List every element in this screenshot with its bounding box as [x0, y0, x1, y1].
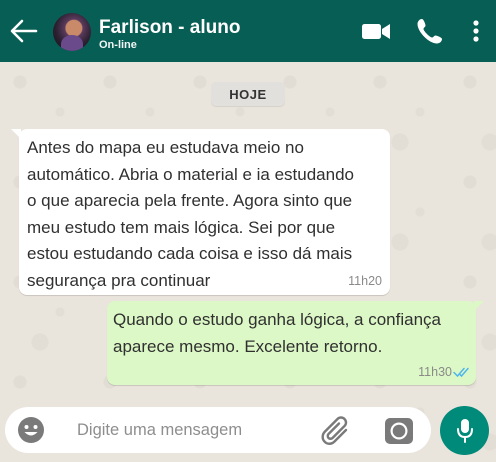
message-line: o que aparecia pela frente. Agora sinto … — [27, 191, 353, 210]
message-line: meu estudo tem mais lógica. Sei por que — [27, 217, 336, 237]
message-input[interactable] — [77, 417, 297, 443]
message-timestamp: 11h20 — [348, 274, 382, 288]
message-line: segurança pra continuar — [27, 270, 211, 290]
paperclip-icon[interactable] — [319, 415, 353, 447]
message-line: automático. Abria o material e ia estuda… — [27, 164, 354, 184]
contact-status: On-line — [99, 39, 137, 51]
microphone-button[interactable] — [440, 406, 489, 455]
message-composer — [5, 407, 431, 453]
message-line: Quando o estudo ganha lógica, a confianç… — [113, 310, 441, 329]
phone-icon[interactable] — [415, 16, 445, 46]
contact-name[interactable]: Farlison - aluno — [99, 17, 240, 39]
microphone-icon — [456, 418, 473, 443]
chat-header: Farlison - aluno On-line — [0, 0, 496, 62]
message-timestamp: 11h30 — [418, 365, 452, 379]
incoming-message[interactable]: Antes do mapa eu estudava meio no automá… — [11, 129, 390, 295]
message-line: aparece mesmo. Excelente retorno. — [113, 336, 383, 356]
message-line: Antes do mapa eu estudava meio no — [27, 138, 304, 157]
outgoing-message[interactable]: Quando o estudo ganha lógica, a confianç… — [107, 301, 484, 385]
double-check-read-icon — [453, 367, 469, 378]
message-text: Antes do mapa eu estudava meio no automá… — [27, 135, 387, 294]
arrow-left-icon[interactable] — [6, 14, 40, 48]
video-camera-icon[interactable] — [360, 16, 392, 46]
emoji-icon[interactable] — [16, 415, 46, 445]
avatar[interactable] — [53, 13, 91, 51]
date-separator: HOJE — [211, 82, 285, 106]
message-text: Quando o estudo ganha lógica, a confianç… — [113, 307, 473, 360]
message-line: estou estudando cada coisa e isso dá mai… — [27, 244, 353, 263]
camera-icon[interactable] — [383, 415, 415, 447]
vertical-dots-icon[interactable] — [466, 16, 486, 46]
